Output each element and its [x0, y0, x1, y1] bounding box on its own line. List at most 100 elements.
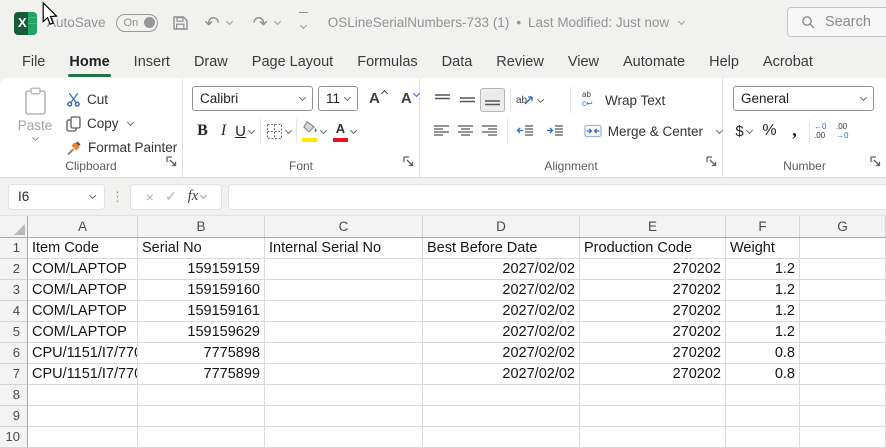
cell[interactable]: 7775899: [138, 364, 265, 385]
align-right-button[interactable]: [478, 119, 502, 143]
cell[interactable]: 2027/02/02: [423, 259, 580, 280]
cell[interactable]: [265, 364, 423, 385]
font-dialog-launcher[interactable]: [403, 154, 414, 172]
wrap-text-button[interactable]: ab c↩ Wrap Text: [582, 90, 665, 111]
cell[interactable]: [265, 280, 423, 301]
cell[interactable]: 2027/02/02: [423, 280, 580, 301]
cell[interactable]: [800, 427, 886, 448]
row-header-5[interactable]: 5: [0, 322, 28, 343]
row-header-4[interactable]: 4: [0, 301, 28, 322]
column-header-C[interactable]: C: [265, 216, 423, 237]
cell[interactable]: [726, 427, 800, 448]
row-header-6[interactable]: 6: [0, 343, 28, 364]
cell[interactable]: [423, 427, 580, 448]
tab-file[interactable]: File: [10, 45, 57, 78]
copy-button[interactable]: Copy: [66, 113, 177, 134]
cell[interactable]: 270202: [580, 259, 726, 280]
align-bottom-button[interactable]: [480, 88, 505, 112]
row-header-8[interactable]: 8: [0, 385, 28, 406]
cell[interactable]: [265, 259, 423, 280]
cell[interactable]: Production Code: [580, 238, 726, 259]
row-header-7[interactable]: 7: [0, 364, 28, 385]
cell[interactable]: [800, 259, 886, 280]
cell[interactable]: [800, 364, 886, 385]
percent-style-button[interactable]: %: [759, 120, 780, 142]
clipboard-dialog-launcher[interactable]: [166, 154, 177, 172]
row-header-9[interactable]: 9: [0, 406, 28, 427]
cell[interactable]: [580, 406, 726, 427]
cell[interactable]: [265, 385, 423, 406]
tab-review[interactable]: Review: [484, 45, 556, 78]
font-name-select[interactable]: Calibri: [192, 86, 313, 111]
cell[interactable]: 159159160: [138, 280, 265, 301]
undo-button[interactable]: ↶: [205, 14, 232, 32]
cell[interactable]: [265, 406, 423, 427]
enter-icon[interactable]: ✓: [165, 188, 177, 205]
cell[interactable]: [726, 385, 800, 406]
cell[interactable]: [800, 385, 886, 406]
bold-button[interactable]: B: [192, 120, 213, 142]
autosave-toggle[interactable]: On: [116, 14, 158, 32]
cell[interactable]: [138, 385, 265, 406]
cell[interactable]: COM/LAPTOP: [28, 322, 138, 343]
paste-button[interactable]: Paste: [12, 87, 58, 158]
cell[interactable]: COM/LAPTOP: [28, 280, 138, 301]
cell[interactable]: 159159159: [138, 259, 265, 280]
cell[interactable]: [800, 280, 886, 301]
column-header-F[interactable]: F: [726, 216, 800, 237]
tab-view[interactable]: View: [556, 45, 611, 78]
number-dialog-launcher[interactable]: [870, 154, 881, 172]
cell[interactable]: [265, 322, 423, 343]
cell[interactable]: Internal Serial No: [265, 238, 423, 259]
row-header-2[interactable]: 2: [0, 259, 28, 280]
select-all-button[interactable]: [0, 216, 28, 237]
cell[interactable]: 1.2: [726, 280, 800, 301]
cell[interactable]: [580, 427, 726, 448]
name-box[interactable]: I6: [8, 184, 105, 210]
cell[interactable]: 270202: [580, 364, 726, 385]
cell[interactable]: 0.8: [726, 364, 800, 385]
cell[interactable]: Weight: [726, 238, 800, 259]
cell[interactable]: 2027/02/02: [423, 343, 580, 364]
cell[interactable]: [265, 427, 423, 448]
merge-center-button[interactable]: Merge & Center: [584, 121, 722, 142]
italic-button[interactable]: I: [213, 120, 234, 142]
decrease-decimal-button[interactable]: .00 →0: [836, 120, 858, 142]
cell[interactable]: 270202: [580, 301, 726, 322]
accounting-format-button[interactable]: $: [733, 120, 754, 142]
cell[interactable]: [265, 301, 423, 322]
row-header-3[interactable]: 3: [0, 280, 28, 301]
align-left-button[interactable]: [430, 119, 454, 143]
row-header-1[interactable]: 1: [0, 238, 28, 259]
column-header-G[interactable]: G: [800, 216, 886, 237]
cell[interactable]: [726, 406, 800, 427]
insert-function-button[interactable]: fx: [188, 188, 206, 205]
chevron-down-icon[interactable]: [678, 18, 685, 25]
cell[interactable]: [28, 385, 138, 406]
increase-decimal-button[interactable]: ←0 .00: [814, 120, 836, 142]
cell[interactable]: [800, 301, 886, 322]
excel-app-icon[interactable]: X: [14, 12, 37, 35]
increase-font-size-button[interactable]: A: [369, 90, 387, 107]
cell[interactable]: COM/LAPTOP: [28, 259, 138, 280]
search-input[interactable]: Search: [787, 7, 886, 37]
cell[interactable]: Best Before Date: [423, 238, 580, 259]
cell[interactable]: 2027/02/02: [423, 364, 580, 385]
number-format-select[interactable]: General: [733, 86, 874, 111]
column-header-E[interactable]: E: [580, 216, 726, 237]
cell[interactable]: [580, 385, 726, 406]
align-top-button[interactable]: [430, 88, 455, 112]
cell[interactable]: [423, 406, 580, 427]
save-button[interactable]: [172, 15, 189, 31]
comma-style-button[interactable]: ,: [784, 120, 805, 142]
row-header-10[interactable]: 10: [0, 427, 28, 448]
cell[interactable]: CPU/1151/I7/7700: [28, 343, 138, 364]
orientation-button[interactable]: ab: [516, 94, 556, 106]
tab-help[interactable]: Help: [697, 45, 751, 78]
formula-input[interactable]: [228, 184, 886, 210]
cell[interactable]: [800, 406, 886, 427]
cell[interactable]: 270202: [580, 280, 726, 301]
cell[interactable]: 7775898: [138, 343, 265, 364]
cell[interactable]: [800, 343, 886, 364]
decrease-font-size-button[interactable]: A: [401, 90, 419, 107]
